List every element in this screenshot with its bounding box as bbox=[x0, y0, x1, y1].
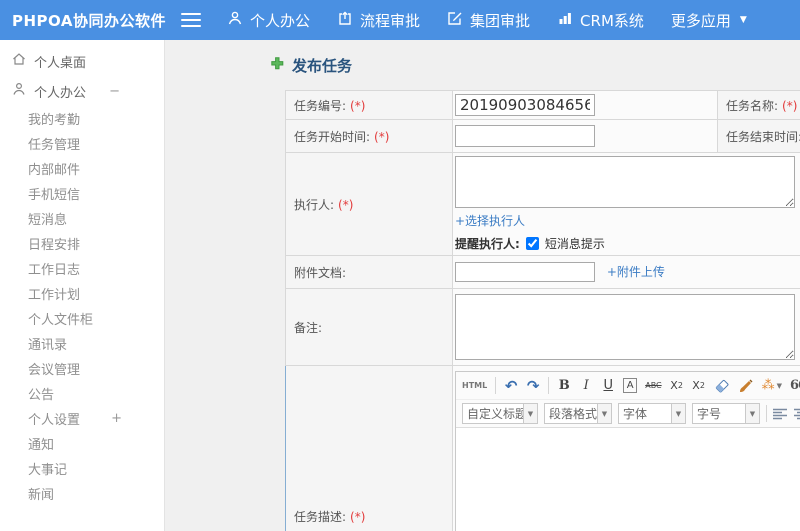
form-row-attachment: 附件文档: +附件上传 bbox=[285, 255, 800, 289]
home-icon bbox=[11, 51, 27, 71]
editor-toolbar-row1: HTML ↶ ↷ B I U A ABC X2 X2 ⁂ ▼ 6 bbox=[456, 372, 800, 399]
editor-toolbar-row2: 自定义标题 ▼ 段落格式 ▼ 字体 ▼ 字号 ▼ bbox=[456, 399, 800, 427]
form-row-remark: 备注: bbox=[285, 288, 800, 366]
sidebar-item-task-management[interactable]: 任务管理 bbox=[0, 131, 164, 156]
bar-chart-icon bbox=[557, 10, 573, 30]
collapse-icon[interactable]: − bbox=[109, 84, 120, 99]
rich-text-editor: HTML ↶ ↷ B I U A ABC X2 X2 ⁂ ▼ 6 自定义标题 ▼… bbox=[455, 371, 800, 531]
sidebar-item-work-plan[interactable]: 工作计划 bbox=[0, 281, 164, 306]
format-brush-button[interactable] bbox=[738, 376, 754, 396]
subscript-button[interactable]: X2 bbox=[692, 376, 706, 396]
executor-textarea[interactable] bbox=[455, 156, 795, 208]
nav-crm[interactable]: CRM系统 bbox=[557, 10, 644, 31]
sidebar-item-announcement[interactable]: 公告 bbox=[0, 381, 164, 406]
sidebar-item-personal-office[interactable]: 个人办公 − bbox=[0, 76, 164, 106]
attachment-label: 附件文档: bbox=[285, 255, 453, 289]
caret-down-icon: ▼ bbox=[672, 403, 686, 424]
executor-label: 执行人: (*) bbox=[285, 152, 453, 256]
undo-button[interactable]: ↶ bbox=[504, 376, 518, 396]
task-number-input[interactable] bbox=[455, 94, 595, 116]
blockquote-button[interactable]: 66 bbox=[790, 376, 800, 396]
caret-down-icon: ▼ bbox=[524, 403, 538, 424]
sidebar: 个人桌面 个人办公 − 我的考勤 任务管理 内部邮件 手机短信 短消息 日程安排… bbox=[0, 40, 165, 531]
sidebar-item-notice[interactable]: 通知 bbox=[0, 431, 164, 456]
sidebar-item-short-message[interactable]: 短消息 bbox=[0, 206, 164, 231]
start-time-label: 任务开始时间: (*) bbox=[285, 119, 453, 153]
html-source-button[interactable]: HTML bbox=[462, 376, 487, 396]
sidebar-item-internal-mail[interactable]: 内部邮件 bbox=[0, 156, 164, 181]
sidebar-item-personal-settings[interactable]: 个人设置 + bbox=[0, 406, 164, 431]
sidebar-item-sms[interactable]: 手机短信 bbox=[0, 181, 164, 206]
italic-button[interactable]: I bbox=[579, 376, 593, 396]
paragraph-format-dropdown[interactable]: 段落格式 ▼ bbox=[544, 403, 612, 424]
add-icon bbox=[270, 56, 285, 75]
remark-label: 备注: bbox=[285, 288, 453, 366]
sidebar-item-schedule[interactable]: 日程安排 bbox=[0, 231, 164, 256]
remark-textarea[interactable] bbox=[455, 294, 795, 360]
page-header: 发布任务 bbox=[270, 55, 800, 76]
form-row-task-time: 任务开始时间:(*) 任务结束时间:(*) bbox=[285, 119, 800, 153]
redo-button[interactable]: ↷ bbox=[526, 376, 540, 396]
menu-icon[interactable] bbox=[181, 13, 201, 27]
description-label: 任务描述: (*) bbox=[285, 365, 453, 531]
font-size-dropdown[interactable]: 字号 ▼ bbox=[692, 403, 760, 424]
publish-task-form: 任务编号:(*) 任务名称:(*) 任务开始时间:(*) 任务结束时间:(*) … bbox=[285, 90, 800, 531]
nav-process-approval[interactable]: 流程审批 bbox=[337, 10, 420, 31]
sidebar-item-work-log[interactable]: 工作日志 bbox=[0, 256, 164, 281]
custom-heading-dropdown[interactable]: 自定义标题 ▼ bbox=[462, 403, 538, 424]
top-navigation: 个人办公 流程审批 集团审批 CRM系统 更多应用 ▼ bbox=[227, 10, 747, 31]
sms-remind-option-label: 短消息提示 bbox=[544, 237, 605, 251]
sidebar-item-contacts[interactable]: 通讯录 bbox=[0, 331, 164, 356]
task-number-label: 任务编号: (*) bbox=[285, 90, 453, 120]
sms-remind-checkbox[interactable] bbox=[525, 237, 539, 250]
form-row-task-number: 任务编号:(*) 任务名称:(*) bbox=[285, 90, 800, 120]
page-title: 发布任务 bbox=[292, 57, 353, 75]
superscript-button[interactable]: X2 bbox=[670, 376, 684, 396]
caret-down-icon: ▼ bbox=[598, 403, 612, 424]
attachment-upload-link[interactable]: +附件上传 bbox=[607, 265, 665, 279]
start-time-input[interactable] bbox=[455, 125, 595, 147]
sidebar-item-desktop[interactable]: 个人桌面 bbox=[0, 46, 164, 76]
caret-down-icon: ▼ bbox=[776, 381, 783, 390]
strikethrough-button[interactable]: ABC bbox=[645, 376, 661, 396]
remind-executor-label: 提醒执行人: bbox=[455, 237, 520, 251]
app-logo: PHPOA协同办公软件 bbox=[12, 11, 166, 30]
caret-down-icon: ▼ bbox=[739, 15, 747, 25]
choose-executor-link[interactable]: +选择执行人 bbox=[455, 214, 525, 228]
font-border-button[interactable]: A bbox=[623, 378, 638, 393]
process-approval-icon bbox=[337, 10, 353, 30]
end-time-label: 任务结束时间:(*) bbox=[717, 119, 800, 153]
nav-group-approval[interactable]: 集团审批 bbox=[447, 10, 530, 31]
sidebar-item-news[interactable]: 新闻 bbox=[0, 481, 164, 506]
attachment-input[interactable] bbox=[455, 262, 595, 282]
form-row-executor: 执行人: (*) +选择执行人 提醒执行人: 短消息提示 bbox=[285, 152, 800, 256]
editor-content-area[interactable] bbox=[456, 427, 800, 531]
expand-icon[interactable]: + bbox=[111, 411, 122, 426]
sidebar-item-events[interactable]: 大事记 bbox=[0, 456, 164, 481]
main-content: 发布任务 任务编号:(*) 任务名称:(*) 任务开始时间:(*) 任务结束时间… bbox=[165, 40, 800, 531]
person-icon bbox=[227, 10, 243, 30]
align-left-button[interactable] bbox=[773, 404, 788, 424]
eraser-button[interactable] bbox=[714, 376, 730, 396]
form-row-description: 任务描述: (*) HTML ↶ ↷ B I U A ABC X 2 X 2 ⁂… bbox=[285, 365, 800, 531]
caret-down-icon: ▼ bbox=[746, 403, 760, 424]
font-family-dropdown[interactable]: 字体 ▼ bbox=[618, 403, 686, 424]
sidebar-item-meeting[interactable]: 会议管理 bbox=[0, 356, 164, 381]
sidebar-item-attendance[interactable]: 我的考勤 bbox=[0, 106, 164, 131]
edit-icon bbox=[447, 10, 463, 30]
insert-widget-button[interactable]: ⁂ ▼ bbox=[762, 376, 782, 396]
align-center-button[interactable] bbox=[794, 404, 800, 424]
task-name-label: 任务名称: (*) bbox=[717, 90, 800, 120]
top-bar: PHPOA协同办公软件 个人办公 流程审批 集团审批 CRM系统 更多应用 ▼ bbox=[0, 0, 800, 40]
nav-personal-office[interactable]: 个人办公 bbox=[227, 10, 310, 31]
bold-button[interactable]: B bbox=[557, 376, 571, 396]
user-icon bbox=[11, 81, 27, 101]
nav-more-apps[interactable]: 更多应用 ▼ bbox=[671, 10, 747, 31]
underline-button[interactable]: U bbox=[601, 376, 615, 396]
sidebar-item-file-cabinet[interactable]: 个人文件柜 bbox=[0, 306, 164, 331]
